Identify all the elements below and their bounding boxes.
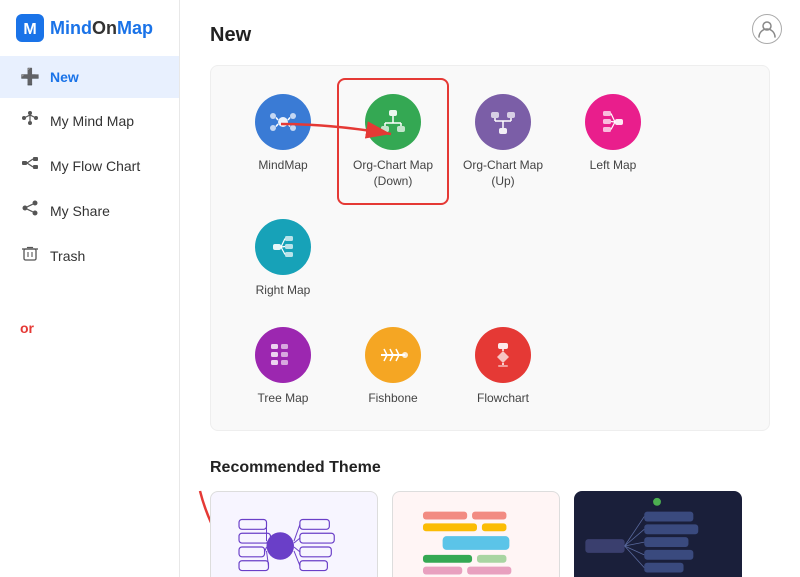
org-chart-up-icon xyxy=(475,94,531,150)
theme-grid xyxy=(210,491,770,577)
new-section-title: New xyxy=(210,24,770,47)
left-map-icon xyxy=(585,94,641,150)
map-item-right-map[interactable]: Right Map xyxy=(233,209,333,309)
plus-icon: ➕ xyxy=(20,67,40,87)
or-label: or xyxy=(0,308,179,348)
fishbone-icon xyxy=(365,327,421,383)
sidebar-item-my-mind-map[interactable]: My Mind Map xyxy=(0,98,179,143)
map-item-fishbone[interactable]: Fishbone xyxy=(343,317,443,417)
map-item-org-chart-down[interactable]: Org-Chart Map (Down) xyxy=(343,84,443,199)
logo-text: MindOnMap xyxy=(50,18,153,39)
sidebar-item-my-share-label: My Share xyxy=(50,203,110,219)
map-item-tree-map[interactable]: Tree Map xyxy=(233,317,333,417)
sidebar-item-my-flow-chart[interactable]: My Flow Chart xyxy=(0,143,179,188)
main-content: New xyxy=(180,0,800,577)
right-map-label: Right Map xyxy=(256,283,311,299)
flowchart-label: Flowchart xyxy=(477,391,529,407)
share-icon xyxy=(20,199,40,222)
trash-icon xyxy=(20,244,40,267)
user-avatar[interactable] xyxy=(752,14,782,44)
sidebar-item-new[interactable]: ➕ New xyxy=(0,56,179,98)
mindmap-label: MindMap xyxy=(258,158,307,174)
org-chart-down-icon xyxy=(365,94,421,150)
map-item-left-map[interactable]: Left Map xyxy=(563,84,663,199)
sidebar-item-trash-label: Trash xyxy=(50,248,85,264)
svg-text:M: M xyxy=(23,21,36,38)
flowchart-icon xyxy=(475,327,531,383)
theme-card-purple[interactable] xyxy=(210,491,378,577)
sidebar-item-trash[interactable]: Trash xyxy=(0,233,179,278)
org-chart-up-label: Org-Chart Map (Up) xyxy=(459,158,547,189)
right-map-icon xyxy=(255,219,311,275)
sidebar: M MindOnMap ➕ New My Mind Map My Flow Ch… xyxy=(0,0,180,577)
logo: M MindOnMap xyxy=(0,0,179,56)
sidebar-item-new-label: New xyxy=(50,69,79,85)
fishbone-label: Fishbone xyxy=(368,391,417,407)
map-grid-row1: MindMap xyxy=(233,84,747,309)
map-type-section: MindMap xyxy=(210,65,770,431)
sidebar-item-my-share[interactable]: My Share xyxy=(0,188,179,233)
mindmap-icon xyxy=(255,94,311,150)
theme-card-coral[interactable] xyxy=(392,491,560,577)
map-item-org-chart-up[interactable]: Org-Chart Map (Up) xyxy=(453,84,553,199)
sidebar-item-my-flow-chart-label: My Flow Chart xyxy=(50,158,140,174)
recommended-title: Recommended Theme xyxy=(210,459,770,477)
map-grid-row2: Tree Map Fishbone xyxy=(233,317,747,417)
logo-icon: M xyxy=(16,14,44,42)
tree-map-icon xyxy=(255,327,311,383)
map-item-flowchart[interactable]: Flowchart xyxy=(453,317,553,417)
org-chart-down-label: Org-Chart Map (Down) xyxy=(349,158,437,189)
mind-map-icon xyxy=(20,109,40,132)
flow-chart-icon xyxy=(20,154,40,177)
theme-card-dark[interactable] xyxy=(574,491,742,577)
sidebar-item-my-mind-map-label: My Mind Map xyxy=(50,113,134,129)
map-item-mindmap[interactable]: MindMap xyxy=(233,84,333,199)
tree-map-label: Tree Map xyxy=(258,391,309,407)
left-map-label: Left Map xyxy=(590,158,637,174)
